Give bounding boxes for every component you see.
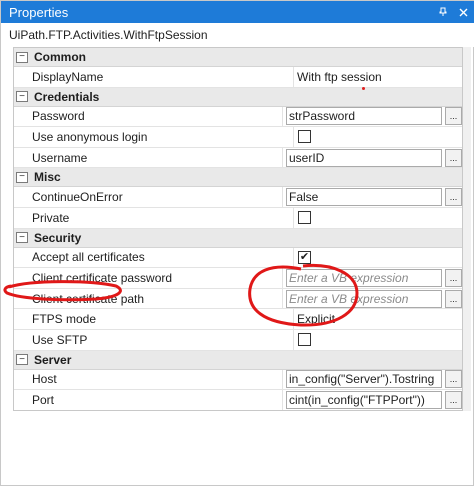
property-name: FTPS mode	[14, 309, 294, 329]
property-name: Client certificate password	[14, 268, 283, 288]
category-server[interactable]: − Server	[14, 350, 462, 370]
category-credentials[interactable]: − Credentials	[14, 87, 462, 107]
property-row-private: Private	[14, 207, 462, 229]
property-row-username: Username userID...	[14, 147, 462, 169]
property-value-cell: Enter a VB expression...	[283, 268, 462, 288]
checkbox[interactable]	[298, 333, 311, 347]
property-grid-scrollbar[interactable]	[463, 47, 471, 411]
property-value-cell: ✔	[294, 248, 462, 268]
expression-editor-button[interactable]: ...	[445, 370, 462, 389]
property-value-cell	[294, 208, 462, 228]
property-name: Private	[14, 207, 294, 228]
expression-editor-button[interactable]: ...	[445, 390, 462, 409]
properties-panel: Properties UiPath.FTP.Activities.WithFtp…	[0, 0, 474, 486]
category-misc[interactable]: − Misc	[14, 168, 462, 188]
category-label: Credentials	[34, 89, 100, 104]
property-grid: − Common DisplayName With ftp session − Crede…	[13, 47, 463, 411]
panel-title: Properties	[9, 4, 69, 20]
property-name: Use anonymous login	[14, 127, 294, 147]
required-indicator-dot	[362, 87, 365, 90]
activity-type-label: UiPath.FTP.Activities.WithFtpSession	[1, 23, 474, 47]
value-input[interactable]: strPassword	[286, 107, 442, 126]
property-value-cell: cint(in_config("FTPPort"))...	[283, 390, 462, 410]
category-security[interactable]: − Security	[14, 228, 462, 248]
expression-input[interactable]: Enter a VB expression	[286, 289, 442, 308]
property-name: Password	[14, 106, 283, 127]
checkbox[interactable]	[298, 211, 311, 225]
property-value-cell: Enter a VB expression...	[283, 289, 462, 309]
pin-icon[interactable]	[435, 4, 451, 20]
collapse-toggle-icon[interactable]: −	[16, 354, 28, 366]
property-row-displayname: DisplayName With ftp session	[14, 67, 462, 88]
expression-input[interactable]: Enter a VB expression	[286, 268, 442, 287]
property-row-use-sftp: Use SFTP	[14, 329, 462, 351]
property-name: Host	[14, 369, 283, 390]
property-value-cell: False...	[283, 187, 462, 207]
collapse-toggle-icon[interactable]: −	[16, 51, 28, 63]
property-value-cell: userID...	[283, 148, 462, 168]
value-input[interactable]: in_config("Server").Tostring	[286, 370, 442, 389]
property-row-accept-all-certificates: Accept all certificates ✔	[14, 247, 462, 269]
property-value-cell: With ftp session	[294, 67, 462, 87]
property-row-client-certificate-path: Client certificate path Enter a VB expres…	[14, 288, 462, 310]
property-name: Accept all certificates	[14, 247, 294, 268]
property-row-ftps-mode: FTPS mode Explicit	[14, 309, 462, 330]
expression-editor-button[interactable]: ...	[445, 148, 462, 167]
property-value-cell	[294, 330, 462, 350]
category-label: Security	[34, 230, 82, 245]
property-value-cell: in_config("Server").Tostring...	[283, 370, 462, 390]
category-label: Common	[34, 50, 86, 64]
property-row-password: Password strPassword...	[14, 106, 462, 128]
value-input[interactable]: userID	[286, 148, 442, 167]
category-common[interactable]: − Common	[14, 48, 462, 67]
property-row-host: Host in_config("Server").Tostring...	[14, 369, 462, 391]
value-input[interactable]: False	[286, 188, 442, 207]
collapse-toggle-icon[interactable]: −	[16, 91, 28, 103]
expression-editor-button[interactable]: ...	[445, 188, 462, 207]
expression-editor-button[interactable]: ...	[445, 107, 462, 126]
checkbox[interactable]: ✔	[298, 250, 311, 264]
property-row-client-certificate-password: Client certificate password Enter a VB ex…	[14, 268, 462, 289]
property-name: Port	[14, 390, 283, 410]
property-name: Use SFTP	[14, 329, 294, 350]
checkbox[interactable]	[298, 130, 311, 144]
expression-editor-button[interactable]: ...	[445, 268, 462, 287]
property-value-cell: Explicit	[294, 309, 462, 329]
property-name: DisplayName	[14, 67, 294, 87]
category-label: Misc	[34, 170, 61, 185]
property-value-cell	[294, 127, 462, 147]
property-value-cell: strPassword...	[283, 107, 462, 127]
property-name: Client certificate path	[14, 288, 283, 309]
property-name: ContinueOnError	[14, 187, 283, 207]
properties-titlebar: Properties	[1, 1, 474, 23]
expression-editor-button[interactable]: ...	[445, 289, 462, 308]
property-row-use-anonymous-login: Use anonymous login	[14, 127, 462, 148]
property-row-port: Port cint(in_config("FTPPort"))...	[14, 390, 462, 410]
property-value-text[interactable]: With ftp session	[297, 70, 382, 84]
category-label: Server	[34, 352, 72, 367]
property-row-continueonerror: ContinueOnError False...	[14, 187, 462, 208]
value-input[interactable]: cint(in_config("FTPPort"))	[286, 390, 442, 409]
property-value-text[interactable]: Explicit	[297, 312, 335, 326]
close-icon[interactable]	[455, 4, 471, 20]
collapse-toggle-icon[interactable]: −	[16, 232, 28, 244]
property-name: Username	[14, 147, 283, 168]
collapse-toggle-icon[interactable]: −	[16, 171, 28, 183]
